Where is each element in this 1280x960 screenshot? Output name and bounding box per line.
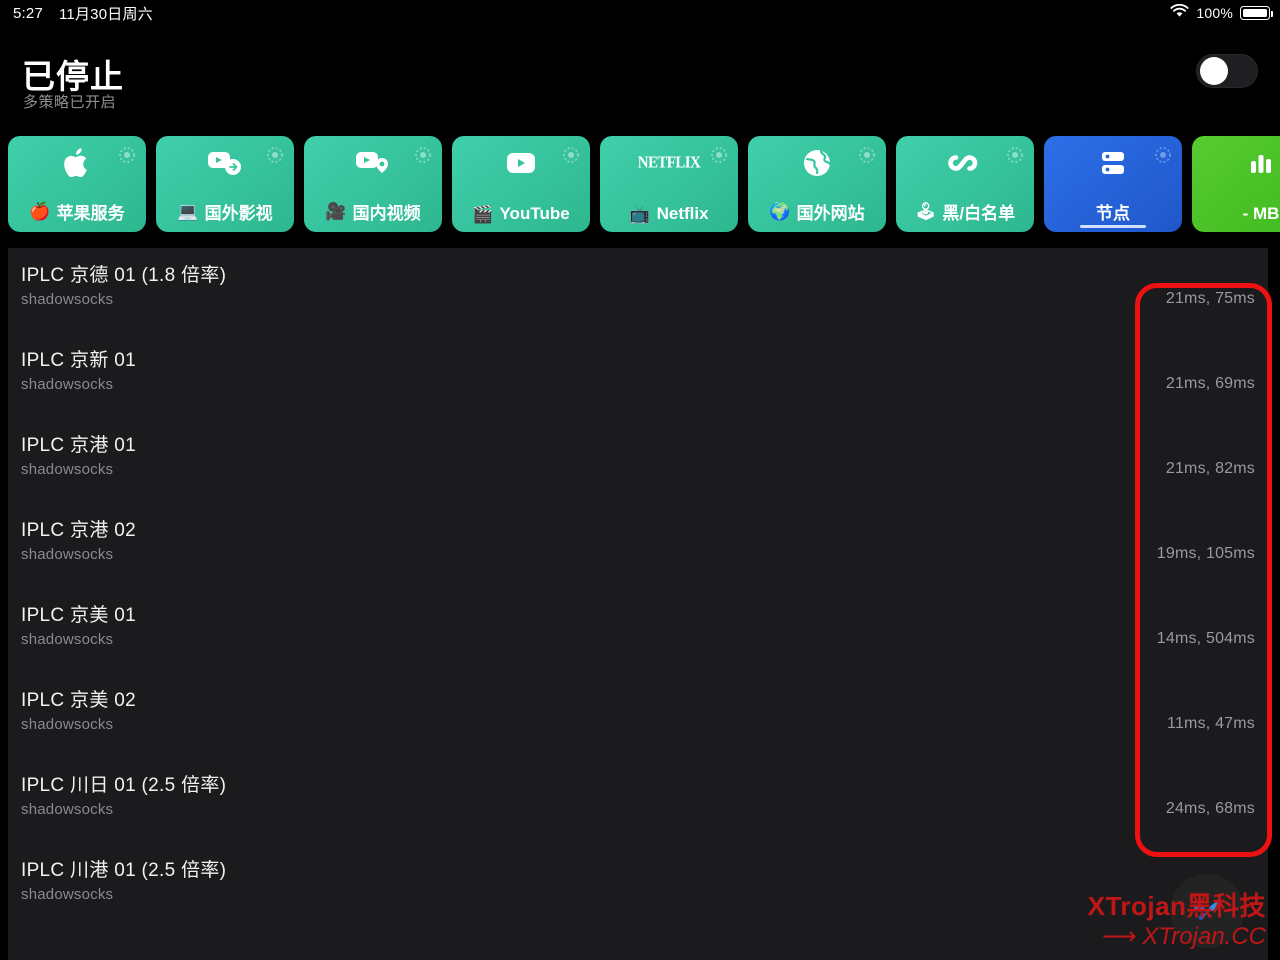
status-right-cluster: 100%	[1170, 0, 1273, 26]
card-label-row: 节点	[1044, 199, 1182, 224]
earth-globe-emoji-icon: 🌍	[769, 202, 791, 221]
laptop-emoji-icon: 💻	[177, 202, 199, 221]
node-name: IPLC 京港 01	[21, 435, 136, 456]
node-name: IPLC 川日 01 (2.5 倍率)	[21, 775, 227, 796]
node-name: IPLC 京德 01 (1.8 倍率)	[21, 265, 227, 286]
card-label-row: 🌍 国外网站	[748, 199, 886, 224]
card-foreign-websites[interactable]: 🌍 国外网站	[748, 136, 886, 232]
watermark-line2: XTrojan.CC	[1142, 923, 1266, 950]
card-netflix[interactable]: NETFLIX 📺 Netflix	[600, 136, 738, 232]
wifi-icon	[1170, 3, 1189, 22]
node-latency: 14ms, 504ms	[1156, 630, 1255, 647]
gear-icon[interactable]	[1154, 146, 1172, 164]
policy-group-card-strip[interactable]: 🍎 苹果服务 💻 国外影视 🎥 国内视频 🎬 YouTube NETFLIX 📺…	[8, 136, 1280, 232]
list-item[interactable]: IPLC 京美 02 shadowsocks 11ms, 47ms	[8, 673, 1268, 758]
card-label-row: 🕹 黑/白名单	[896, 199, 1034, 224]
battery-full-icon	[1240, 6, 1273, 20]
list-item[interactable]: IPLC 京新 01 shadowsocks 21ms, 69ms	[8, 333, 1268, 418]
movie-camera-emoji-icon: 🎥	[325, 202, 347, 221]
node-list-panel[interactable]: IPLC 京德 01 (1.8 倍率) shadowsocks 21ms, 75…	[8, 248, 1268, 960]
apple-emoji-icon: 🍎	[29, 202, 51, 221]
card-label-text: 苹果服务	[56, 204, 125, 223]
node-type: shadowsocks	[21, 716, 114, 733]
page-subtitle: 多策略已开启	[23, 94, 117, 111]
card-label-text: 国外网站	[796, 204, 865, 223]
card-label-row: 💻 国外影视	[156, 199, 294, 224]
arrow-icon: ⟶	[1102, 923, 1137, 950]
list-item[interactable]: IPLC 京美 01 shadowsocks 14ms, 504ms	[8, 588, 1268, 673]
list-item[interactable]: IPLC 川港 01 (2.5 倍率) shadowsocks	[8, 843, 1268, 928]
node-latency: 24ms, 68ms	[1165, 800, 1255, 817]
battery-percent: 100%	[1196, 5, 1233, 21]
node-name: IPLC 京美 01	[21, 605, 136, 626]
card-label-row: 📺 Netflix	[600, 204, 738, 224]
list-item[interactable]: IPLC 京德 01 (1.8 倍率) shadowsocks 21ms, 75…	[8, 248, 1268, 333]
card-label-text: 节点	[1096, 204, 1130, 223]
selected-tab-underline	[1080, 225, 1146, 228]
list-item[interactable]: IPLC 京港 02 shadowsocks 19ms, 105ms	[8, 503, 1268, 588]
card-label-row: 🍎 苹果服务	[8, 199, 146, 224]
status-time: 5:27	[13, 4, 43, 22]
gear-icon[interactable]	[1006, 146, 1024, 164]
node-type: shadowsocks	[21, 886, 114, 903]
gear-icon[interactable]	[562, 146, 580, 164]
gear-icon[interactable]	[858, 146, 876, 164]
card-label-text: 国内视频	[352, 204, 421, 223]
vpn-power-toggle[interactable]	[1196, 54, 1258, 88]
card-label-text: 国外影视	[204, 204, 273, 223]
node-latency: 19ms, 105ms	[1156, 545, 1255, 562]
app-root: 5:27 11月30日周六 100% 已停止 多策略已开启 🍎 苹果服务 💻 国…	[0, 0, 1280, 960]
card-foreign-media[interactable]: 💻 国外影视	[156, 136, 294, 232]
bar-chart-icon	[1192, 144, 1280, 182]
gear-icon[interactable]	[266, 146, 284, 164]
node-latency: 21ms, 69ms	[1165, 375, 1255, 392]
node-latency: 21ms, 82ms	[1165, 460, 1255, 477]
list-item[interactable]: IPLC 京港 01 shadowsocks 21ms, 82ms	[8, 418, 1268, 503]
status-bar: 5:27 11月30日周六 100%	[0, 0, 1280, 26]
watermark-line1: XTrojan黑科技	[1087, 891, 1266, 921]
watermark: XTrojan黑科技 ⟶ XTrojan.CC	[1088, 890, 1266, 952]
card-label-text: Netflix	[656, 204, 709, 223]
node-name: IPLC 京新 01	[21, 350, 136, 371]
gear-icon[interactable]	[118, 146, 136, 164]
card-label-text: 黑/白名单	[942, 204, 1016, 223]
clapper-board-emoji-icon: 🎬	[472, 204, 494, 224]
node-latency: 21ms, 75ms	[1165, 290, 1255, 307]
node-type: shadowsocks	[21, 801, 114, 818]
list-item[interactable]: IPLC 川日 01 (2.5 倍率) shadowsocks 24ms, 68…	[8, 758, 1268, 843]
card-nodes[interactable]: 节点	[1044, 136, 1182, 232]
card-youtube[interactable]: 🎬 YouTube	[452, 136, 590, 232]
card-traffic-usage[interactable]: - MB	[1192, 136, 1280, 232]
card-black-white-list[interactable]: 🕹 黑/白名单	[896, 136, 1034, 232]
node-type: shadowsocks	[21, 546, 114, 563]
gear-icon[interactable]	[710, 146, 728, 164]
toggle-knob	[1200, 57, 1228, 85]
card-domestic-video[interactable]: 🎥 国内视频	[304, 136, 442, 232]
card-label-row: 🎥 国内视频	[304, 199, 442, 224]
header: 已停止 多策略已开启	[0, 50, 1280, 122]
status-date: 11月30日周六	[59, 5, 153, 23]
node-name: IPLC 京港 02	[21, 520, 136, 541]
gear-icon[interactable]	[414, 146, 432, 164]
watermark-line2-row: ⟶ XTrojan.CC	[1088, 922, 1266, 952]
node-latency: 11ms, 47ms	[1167, 715, 1255, 732]
card-label-text: - MB	[1242, 204, 1280, 223]
node-type: shadowsocks	[21, 291, 114, 308]
node-name: IPLC 京美 02	[21, 690, 136, 711]
card-label-text: YouTube	[499, 204, 570, 223]
card-label-row: - MB	[1192, 204, 1280, 224]
node-name: IPLC 川港 01 (2.5 倍率)	[21, 860, 227, 881]
television-emoji-icon: 📺	[629, 204, 651, 224]
card-apple-services[interactable]: 🍎 苹果服务	[8, 136, 146, 232]
node-type: shadowsocks	[21, 461, 114, 478]
node-type: shadowsocks	[21, 376, 114, 393]
joystick-emoji-icon: 🕹	[914, 202, 937, 221]
card-label-row: 🎬 YouTube	[452, 204, 590, 224]
netflix-wordmark-text: NETFLIX	[637, 153, 701, 172]
node-type: shadowsocks	[21, 631, 114, 648]
